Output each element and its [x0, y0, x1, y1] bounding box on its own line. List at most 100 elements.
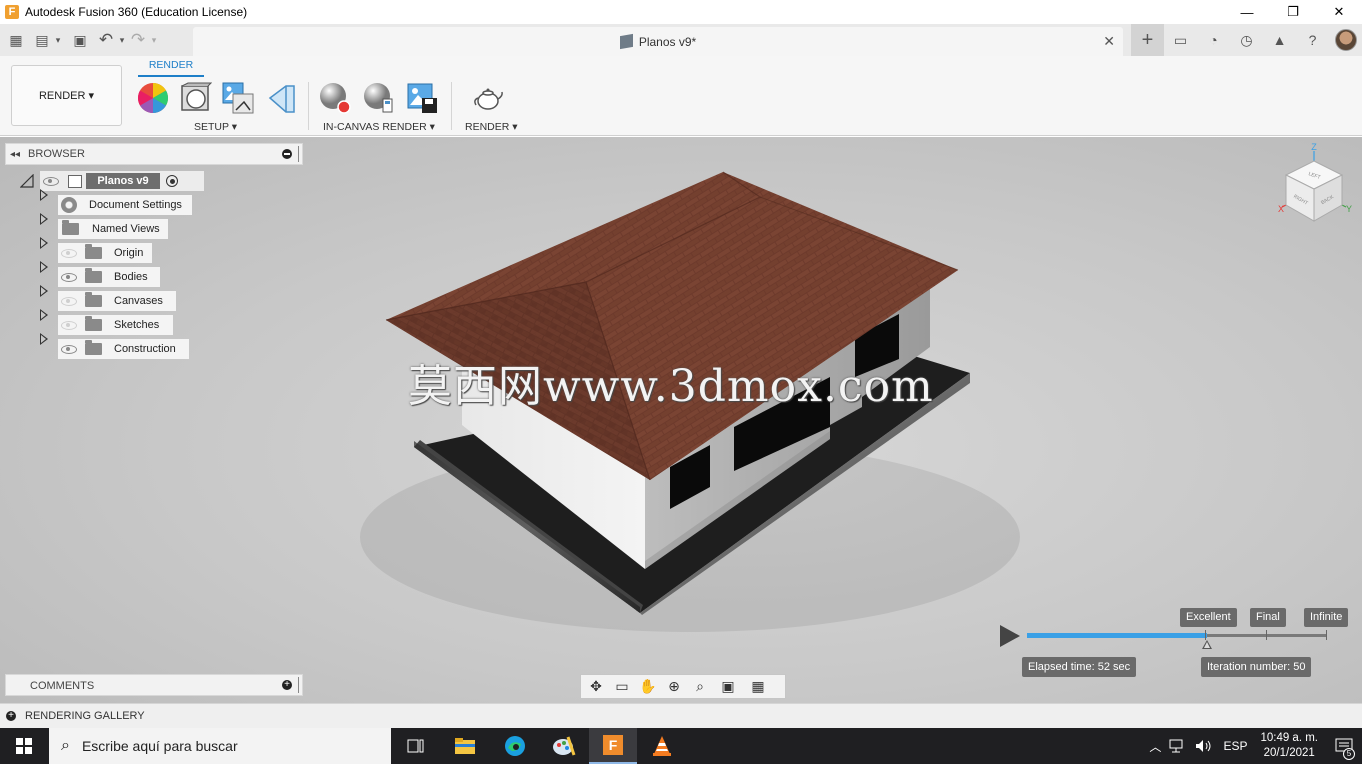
canvas-viewport[interactable]: ◂◂ BROWSER Planos v9 Document Settings N…: [0, 137, 1362, 703]
action-center-button[interactable]: 5: [1326, 728, 1362, 764]
root-component-chip[interactable]: Planos v9: [40, 171, 204, 191]
rendering-gallery-bar[interactable]: + RENDERING GALLERY: [0, 703, 1362, 728]
expand-arrow-icon[interactable]: [40, 309, 48, 321]
browser-item[interactable]: Document Settings: [58, 195, 192, 215]
expand-gallery-icon[interactable]: +: [6, 711, 16, 721]
close-tab-icon[interactable]: ✕: [1103, 33, 1115, 50]
pan-icon[interactable]: ✋: [635, 676, 661, 698]
document-tab[interactable]: Planos v9* ✕: [193, 27, 1123, 56]
setup-group-label[interactable]: SETUP ▾: [194, 121, 237, 133]
window-controls: — ❐ ✕: [1224, 0, 1362, 24]
input-language[interactable]: ESP: [1218, 739, 1252, 753]
expand-arrow-icon[interactable]: [40, 189, 48, 201]
visibility-eye-icon[interactable]: [61, 272, 77, 282]
restore-button[interactable]: ❐: [1270, 0, 1316, 24]
fusion-taskbar-button[interactable]: F: [589, 728, 637, 764]
browser-item[interactable]: Canvases: [58, 291, 176, 311]
browser-panel-header[interactable]: ◂◂ BROWSER: [5, 143, 303, 165]
pin-comments-icon[interactable]: [298, 677, 302, 693]
add-comment-icon[interactable]: +: [282, 680, 292, 690]
clock[interactable]: 10:49 a. m. 20/1/2021: [1252, 731, 1326, 761]
edge-button[interactable]: [491, 728, 539, 764]
browser-item[interactable]: Bodies: [58, 267, 160, 287]
chat-icon[interactable]: ▭: [1164, 24, 1197, 56]
redo-icon[interactable]: ↷: [128, 24, 148, 56]
browser-item[interactable]: Sketches: [58, 315, 173, 335]
in-canvas-render-settings-icon[interactable]: [363, 82, 395, 114]
texture-map-controls-icon[interactable]: [222, 82, 254, 114]
fit-icon[interactable]: ⌕: [687, 676, 713, 698]
activate-radio-icon[interactable]: [166, 175, 178, 187]
undo-icon[interactable]: ↶: [96, 24, 116, 56]
save-icon[interactable]: ▣: [64, 24, 96, 56]
job-status-icon[interactable]: ◷: [1230, 24, 1263, 56]
vlc-button[interactable]: [638, 728, 686, 764]
grid-settings-icon[interactable]: ▦: [743, 676, 773, 698]
tree-root-row[interactable]: Planos v9: [20, 171, 204, 191]
tree-expanded-arrow-icon[interactable]: [20, 174, 34, 188]
sync-status-icon[interactable]: ◔: [1197, 24, 1230, 56]
quality-excellent-chip[interactable]: Excellent: [1180, 608, 1237, 627]
visibility-eye-icon[interactable]: [61, 320, 77, 330]
render-group-label[interactable]: RENDER ▾: [465, 121, 518, 133]
orbit-icon[interactable]: ✥: [583, 676, 609, 698]
quality-final-chip[interactable]: Final: [1250, 608, 1286, 627]
quality-infinite-chip[interactable]: Infinite: [1304, 608, 1349, 627]
browser-item[interactable]: Named Views: [58, 219, 168, 239]
visibility-eye-icon[interactable]: [61, 248, 77, 258]
comments-panel[interactable]: COMMENTS +: [5, 674, 303, 696]
task-view-button[interactable]: [392, 728, 440, 764]
browser-item[interactable]: Construction: [58, 339, 189, 359]
taskbar-search[interactable]: ⌕ Escribe aquí para buscar: [49, 728, 391, 764]
workspace-switcher[interactable]: RENDER ▾: [11, 65, 122, 126]
notifications-icon[interactable]: ▲: [1263, 24, 1296, 56]
undo-dropdown-icon[interactable]: ▾: [116, 24, 128, 56]
tab-render[interactable]: RENDER: [138, 59, 204, 77]
browser-item[interactable]: Origin: [58, 243, 152, 263]
viewcube[interactable]: Z X Y LEFT RIGHT BACK: [1270, 141, 1360, 231]
help-icon[interactable]: ?: [1296, 24, 1329, 56]
play-render-button[interactable]: [1000, 625, 1020, 647]
appearance-icon[interactable]: [137, 82, 169, 114]
zoom-icon[interactable]: ⊕: [661, 676, 687, 698]
data-panel-grid-icon[interactable]: ▦: [0, 24, 32, 56]
visibility-eye-icon[interactable]: [43, 176, 59, 186]
collapse-panel-icon[interactable]: ◂◂: [10, 149, 20, 160]
file-dropdown-icon[interactable]: ▾: [52, 24, 64, 56]
visibility-eye-icon[interactable]: [61, 344, 77, 354]
in-canvas-render-group-label[interactable]: IN-CANVAS RENDER ▾: [323, 121, 435, 133]
visibility-eye-icon[interactable]: [61, 296, 77, 306]
volume-icon[interactable]: [1195, 739, 1213, 753]
decal-icon[interactable]: [266, 82, 298, 114]
new-tab-button[interactable]: +: [1131, 24, 1164, 56]
redo-dropdown-icon[interactable]: ▾: [148, 24, 160, 56]
minimize-browser-icon[interactable]: [282, 149, 292, 159]
expand-arrow-icon[interactable]: [40, 333, 48, 345]
minimize-button[interactable]: —: [1224, 0, 1270, 24]
display-settings-icon[interactable]: ▣: [713, 676, 743, 698]
expand-arrow-icon[interactable]: [40, 237, 48, 249]
show-hidden-icons[interactable]: ︿: [1144, 738, 1166, 755]
quick-access-right: + ▭ ◔ ◷ ▲ ?: [1131, 24, 1362, 56]
in-canvas-render-icon[interactable]: [319, 82, 351, 114]
user-avatar[interactable]: [1329, 24, 1362, 56]
pin-browser-icon[interactable]: [298, 146, 302, 162]
network-icon[interactable]: [1169, 739, 1187, 753]
paint-app-button[interactable]: [540, 728, 588, 764]
document-tab-label: Planos v9*: [638, 34, 697, 49]
close-window-button[interactable]: ✕: [1316, 0, 1362, 24]
file-menu-icon[interactable]: ▤: [32, 24, 52, 56]
file-explorer-button[interactable]: [441, 728, 489, 764]
house-model[interactable]: [0, 137, 1362, 703]
start-button[interactable]: [0, 728, 48, 764]
render-teapot-icon[interactable]: [472, 82, 504, 114]
look-at-icon[interactable]: ▭: [609, 676, 635, 698]
capture-image-icon[interactable]: [406, 82, 438, 114]
expand-arrow-icon[interactable]: [40, 213, 48, 225]
expand-arrow-icon[interactable]: [40, 285, 48, 297]
folder-icon: [85, 268, 102, 283]
scene-settings-icon[interactable]: [180, 82, 212, 114]
expand-arrow-icon[interactable]: [40, 261, 48, 273]
search-placeholder: Escribe aquí para buscar: [81, 738, 238, 754]
quality-marker-icon[interactable]: [1202, 640, 1212, 649]
